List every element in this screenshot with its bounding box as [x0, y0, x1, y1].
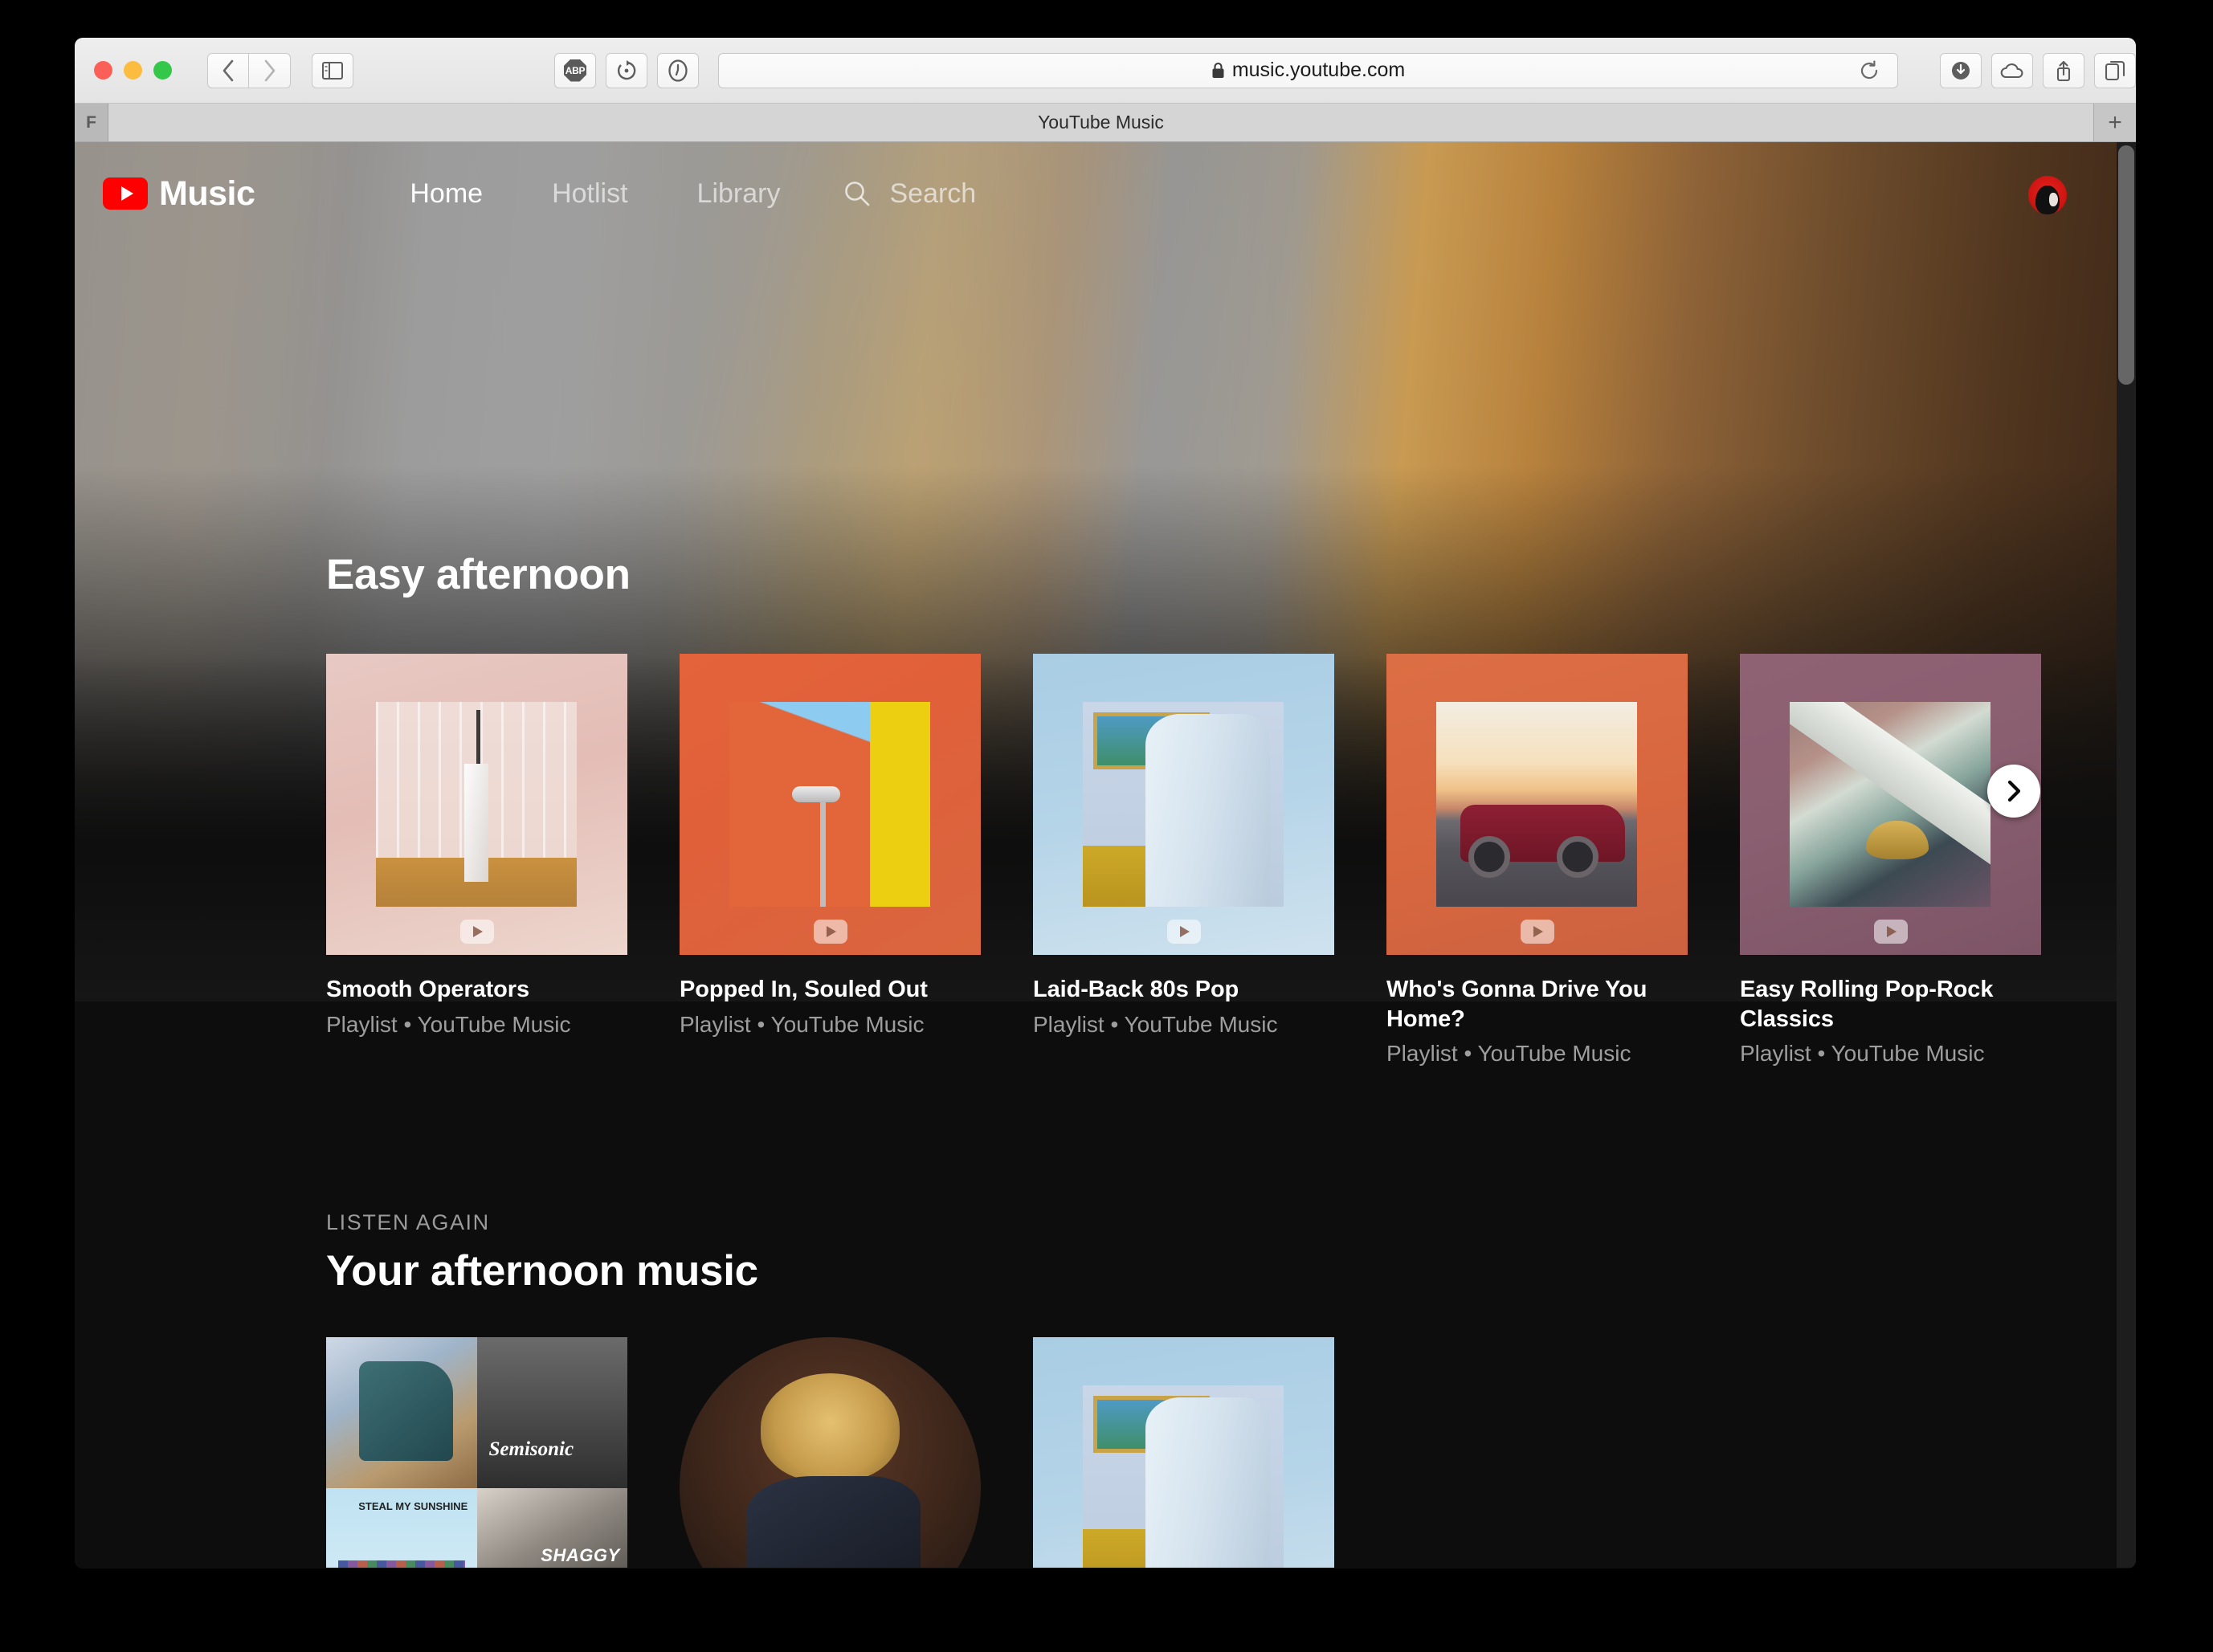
zoom-window-button[interactable] — [153, 61, 172, 80]
minimize-window-button[interactable] — [124, 61, 142, 80]
album-label: STEAL MY SUNSHINE — [358, 1500, 468, 1513]
card-subtitle: Playlist • YouTube Music — [1033, 1011, 1334, 1038]
new-tab-button[interactable]: + — [2094, 104, 2136, 141]
card-thumbnail[interactable] — [680, 654, 981, 955]
icloud-icon[interactable] — [1991, 53, 2033, 88]
artist-thumbnail[interactable] — [680, 1337, 981, 1568]
navigation-buttons — [207, 53, 291, 88]
browser-toolbar: ABP musi — [75, 38, 2136, 104]
playlist-card[interactable]: Popped In, Souled Out Playlist • YouTube… — [680, 654, 981, 1067]
card-subtitle: Playlist • YouTube Music — [326, 1011, 627, 1038]
close-window-button[interactable] — [94, 61, 112, 80]
playlist-item[interactable] — [1033, 1337, 1334, 1568]
shelf-title-easy-afternoon: Easy afternoon — [326, 550, 631, 599]
artist-dress-shape — [746, 1476, 921, 1568]
playlist-card-row: Smooth Operators Playlist • YouTube Musi… — [326, 654, 2041, 1067]
nav-item-home[interactable]: Home — [375, 178, 517, 210]
chevron-right-icon — [2003, 779, 2024, 803]
card-title: Who's Gonna Drive You Home? — [1386, 975, 1688, 1034]
favorites-tab[interactable]: F — [75, 104, 108, 141]
artist-item[interactable] — [680, 1337, 981, 1568]
toolbar-right-buttons — [1940, 53, 2136, 88]
avatar-face-icon — [2035, 186, 2060, 214]
back-button[interactable] — [207, 53, 249, 88]
thumb-artwork — [1083, 702, 1284, 907]
playlist-thumbnail[interactable] — [1033, 1337, 1334, 1568]
shelf-header-listen-again: LISTEN AGAIN Your afternoon music — [326, 1210, 758, 1295]
card-subtitle: Playlist • YouTube Music — [680, 1011, 981, 1038]
app-header: Music Home Hotlist Library Search — [75, 142, 2117, 245]
card-title: Laid-Back 80s Pop — [1033, 975, 1334, 1005]
youtube-music-logo[interactable]: Music — [103, 174, 255, 214]
youtube-play-icon — [103, 177, 148, 210]
search-icon — [843, 180, 871, 207]
extension-buttons: ABP — [554, 53, 699, 88]
card-title: Popped In, Souled Out — [680, 975, 981, 1005]
album-art-4-non-blondes — [326, 1337, 477, 1488]
play-badge-icon — [1167, 920, 1201, 944]
album-label: Semisonic — [489, 1438, 574, 1461]
playlist-card[interactable]: Easy Rolling Pop-Rock Classics Playlist … — [1740, 654, 2041, 1067]
safari-window: ABP musi — [75, 38, 2136, 1568]
album-art-semisonic: Semisonic — [477, 1337, 628, 1488]
scrollbar-thumb[interactable] — [2118, 145, 2134, 385]
card-subtitle: Playlist • YouTube Music — [1740, 1040, 2041, 1067]
show-sidebar-button[interactable] — [312, 53, 353, 88]
abp-glyph: ABP — [564, 59, 586, 82]
web-page: Music Home Hotlist Library Search Easy a… — [75, 142, 2136, 1568]
shelf-title-your-afternoon-music: Your afternoon music — [326, 1246, 758, 1295]
logo-label: Music — [159, 174, 255, 214]
playlist-card[interactable]: Smooth Operators Playlist • YouTube Musi… — [326, 654, 627, 1067]
card-title: Smooth Operators — [326, 975, 627, 1005]
thumb-artwork — [729, 702, 930, 907]
listen-again-row: Semisonic STEAL MY SUNSHINE SHAGGY — [326, 1337, 1334, 1568]
user-avatar[interactable] — [2028, 176, 2067, 214]
shelf-eyebrow: LISTEN AGAIN — [326, 1210, 758, 1235]
tab-bar: F YouTube Music + — [75, 104, 2136, 142]
collage-thumbnail[interactable]: Semisonic STEAL MY SUNSHINE SHAGGY — [326, 1337, 627, 1568]
carousel-next-button[interactable] — [1987, 765, 2040, 818]
page-scrollbar[interactable] — [2117, 142, 2136, 1568]
forward-button[interactable] — [249, 53, 291, 88]
thumb-artwork — [1436, 702, 1637, 907]
nav-item-hotlist[interactable]: Hotlist — [517, 178, 662, 210]
search-bar[interactable]: Search — [843, 178, 976, 210]
onepassword-icon[interactable] — [657, 53, 699, 88]
lock-icon — [1211, 62, 1225, 79]
album-collage-item[interactable]: Semisonic STEAL MY SUNSHINE SHAGGY — [326, 1337, 627, 1568]
album-label: SHAGGY — [541, 1545, 619, 1566]
play-badge-icon — [814, 920, 847, 944]
album-art-shaggy: SHAGGY — [477, 1488, 628, 1568]
card-title: Easy Rolling Pop-Rock Classics — [1740, 975, 2041, 1034]
thumb-artwork — [1083, 1385, 1284, 1568]
tab-overview-icon[interactable] — [2094, 53, 2136, 88]
refresh-extension-icon[interactable] — [606, 53, 647, 88]
artist-hair-shape — [761, 1373, 900, 1482]
thumb-artwork — [376, 702, 577, 907]
thumb-artwork — [1790, 702, 1990, 907]
reload-icon[interactable] — [1859, 60, 1880, 81]
playlist-card[interactable]: Laid-Back 80s Pop Playlist • YouTube Mus… — [1033, 654, 1334, 1067]
tab-youtube-music[interactable]: YouTube Music — [108, 104, 2094, 141]
abp-label: ABP — [565, 65, 585, 76]
card-subtitle: Playlist • YouTube Music — [1386, 1040, 1688, 1067]
playlist-card[interactable]: Who's Gonna Drive You Home? Playlist • Y… — [1386, 654, 1688, 1067]
card-thumbnail[interactable] — [1033, 654, 1334, 955]
nav-item-library[interactable]: Library — [663, 178, 815, 210]
play-badge-icon — [1521, 920, 1554, 944]
url-text: music.youtube.com — [1232, 59, 1405, 82]
card-thumbnail[interactable] — [326, 654, 627, 955]
adblock-plus-icon[interactable]: ABP — [554, 53, 596, 88]
downloads-icon[interactable] — [1940, 53, 1982, 88]
address-bar-content: music.youtube.com — [719, 59, 1897, 82]
card-thumbnail[interactable] — [1386, 654, 1688, 955]
share-icon[interactable] — [2043, 53, 2084, 88]
address-bar[interactable]: music.youtube.com — [718, 53, 1898, 88]
window-controls — [94, 61, 172, 80]
play-badge-icon — [460, 920, 494, 944]
search-label: Search — [889, 178, 976, 210]
main-nav: Home Hotlist Library — [375, 178, 815, 210]
album-art-len: STEAL MY SUNSHINE — [326, 1488, 477, 1568]
play-badge-icon — [1874, 920, 1908, 944]
